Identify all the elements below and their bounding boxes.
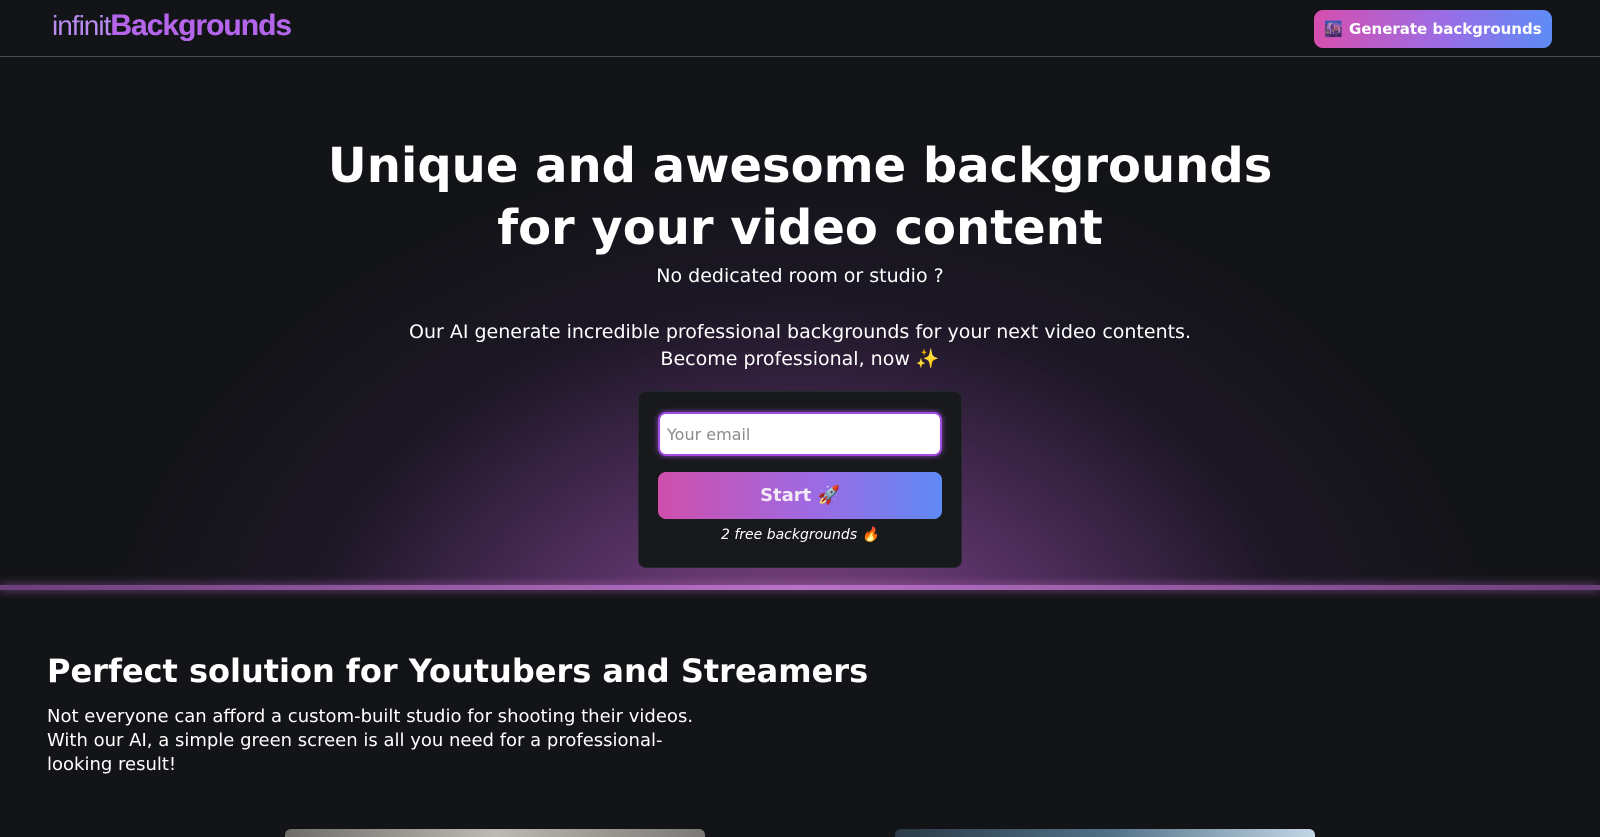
features-description-line-2: With our AI, a simple green screen is al…	[47, 730, 663, 775]
preview-image-before	[285, 829, 705, 837]
generate-backgrounds-button[interactable]: 🌆 Generate backgrounds	[1314, 10, 1552, 48]
logo-text-primary: infinit	[52, 10, 111, 41]
generate-backgrounds-label: Generate backgrounds	[1349, 20, 1542, 38]
features-title: Perfect solution for Youtubers and Strea…	[47, 652, 869, 690]
hero-divider	[0, 585, 1600, 590]
brand-logo[interactable]: infinit Backgrounds	[52, 9, 292, 45]
hero-title-line-1: Unique and awesome backgrounds	[327, 138, 1273, 194]
logo-text-accent: Backgrounds	[110, 9, 292, 42]
features-description-line-1: Not everyone can afford a custom-built s…	[47, 706, 694, 727]
hero-description: Our AI generate incredible professional …	[0, 319, 1600, 373]
hero-title-line-2: for your video content	[497, 200, 1103, 256]
signup-card: Start 🚀 2 free backgrounds 🔥	[639, 392, 961, 567]
hero-title: Unique and awesome backgrounds for your …	[0, 135, 1600, 259]
start-button[interactable]: Start 🚀	[658, 472, 942, 519]
city-night-icon: 🌆	[1324, 20, 1344, 38]
free-backgrounds-note: 2 free backgrounds 🔥	[720, 527, 879, 543]
top-navbar: infinit Backgrounds 🌆 Generate backgroun…	[0, 0, 1600, 57]
preview-image-after	[895, 829, 1315, 837]
hero-description-line-1: Our AI generate incredible professional …	[408, 321, 1191, 343]
hero-subtitle: No dedicated room or studio ?	[656, 265, 944, 287]
hero-description-line-2: Become professional, now ✨	[660, 348, 940, 370]
hero-section: Unique and awesome backgrounds for your …	[0, 57, 1600, 587]
email-input[interactable]	[658, 412, 942, 456]
features-description: Not everyone can afford a custom-built s…	[47, 705, 727, 777]
